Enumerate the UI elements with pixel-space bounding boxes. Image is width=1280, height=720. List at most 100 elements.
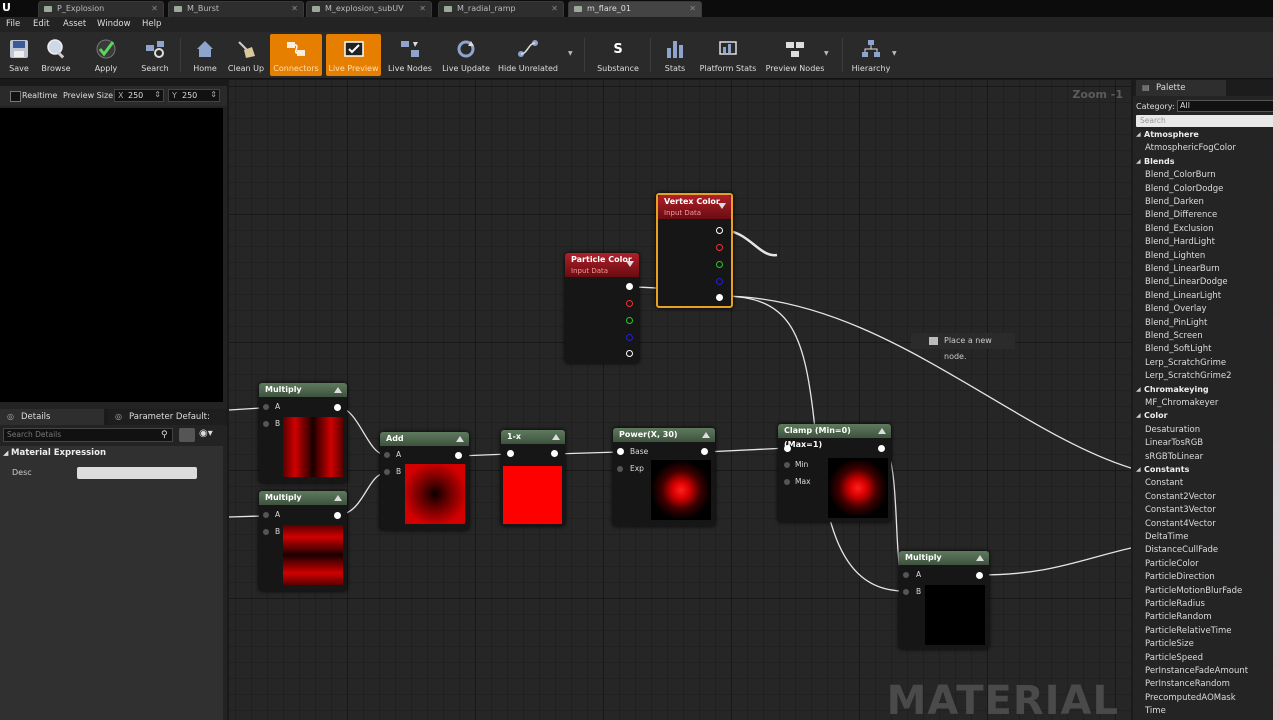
palette-item[interactable]: Lerp_ScratchGrime <box>1145 358 1226 368</box>
palette-item[interactable]: Constant <box>1145 478 1183 488</box>
save-button[interactable]: Save <box>2 34 36 76</box>
palette-item[interactable]: PrecomputedAOMask <box>1145 693 1236 703</box>
collapse-icon[interactable]: ◢ <box>3 449 8 457</box>
tab-m-explosion-subuv[interactable]: M_explosion_subUV ✕ <box>306 1 432 17</box>
palette-item[interactable]: PerInstanceRandom <box>1145 679 1230 689</box>
palette-item[interactable]: Blend_Lighten <box>1145 251 1205 261</box>
tab-m-burst[interactable]: M_Burst ✕ <box>168 1 304 17</box>
view-options-icon[interactable] <box>179 428 195 442</box>
collapse-arrow-icon[interactable] <box>718 203 726 209</box>
tab-m-radial-ramp[interactable]: M_radial_ramp ✕ <box>438 1 564 17</box>
platform-stats-button[interactable]: Platform Stats <box>698 34 758 76</box>
palette-item[interactable]: Constant3Vector <box>1145 505 1216 515</box>
menu-asset[interactable]: Asset <box>63 19 86 29</box>
palette-item[interactable]: Blend_LinearLight <box>1145 291 1221 301</box>
node-add[interactable]: Add A B <box>380 432 469 530</box>
output-pin-g[interactable] <box>716 261 723 268</box>
realtime-checkbox[interactable] <box>10 91 21 102</box>
palette-item[interactable]: ParticleDirection <box>1145 572 1215 582</box>
palette-item[interactable]: ParticleMotionBlurFade <box>1145 586 1242 596</box>
input-pin-b[interactable] <box>384 469 390 475</box>
spinner-icon[interactable]: ⇕ <box>154 90 161 99</box>
palette-item[interactable]: Blend_LinearDodge <box>1145 277 1228 287</box>
output-pin-r[interactable] <box>626 300 633 307</box>
output-pin[interactable] <box>976 572 983 579</box>
preview-size-x-field[interactable]: X 250 ⇕ <box>114 89 164 102</box>
output-pin[interactable] <box>334 404 341 411</box>
collapse-arrow-icon[interactable] <box>626 261 634 267</box>
palette-item[interactable]: Constant4Vector <box>1145 519 1216 529</box>
collapse-arrow-icon[interactable] <box>878 428 886 434</box>
browse-button[interactable]: Browse <box>38 34 74 76</box>
collapse-icon[interactable]: ◢ <box>1136 131 1141 138</box>
input-pin-a[interactable] <box>903 572 909 578</box>
palette-item[interactable]: Constant2Vector <box>1145 492 1216 502</box>
clean-up-button[interactable]: Clean Up <box>226 34 266 76</box>
material-graph-canvas[interactable]: Zoom -1 MATERIAL Vertex Color Input Data <box>229 80 1131 720</box>
node-one-minus[interactable]: 1-x <box>501 430 565 526</box>
input-pin-b[interactable] <box>263 421 269 427</box>
palette-item[interactable]: ParticleRandom <box>1145 612 1212 622</box>
node-vertex-color[interactable]: Vertex Color Input Data <box>656 193 733 308</box>
collapse-arrow-icon[interactable] <box>702 432 710 438</box>
input-pin-b[interactable] <box>903 589 909 595</box>
live-update-button[interactable]: Live Update <box>440 34 492 76</box>
chevron-down-icon[interactable]: ▼ <box>568 50 573 57</box>
collapse-arrow-icon[interactable] <box>334 387 342 393</box>
hide-unrelated-button[interactable]: Hide Unrelated <box>496 34 560 76</box>
spinner-icon[interactable]: ⇕ <box>210 90 217 99</box>
live-nodes-button[interactable]: Live Nodes <box>386 34 434 76</box>
tab-m-flare-01[interactable]: m_flare_01 ✕ <box>568 1 702 17</box>
palette-item[interactable]: ParticleRelativeTime <box>1145 626 1232 636</box>
close-icon[interactable]: ✕ <box>419 2 426 16</box>
palette-item[interactable]: Blend_Exclusion <box>1145 224 1214 234</box>
palette-item[interactable]: DeltaTime <box>1145 532 1188 542</box>
output-pin-rgb[interactable] <box>716 227 723 234</box>
tab-details[interactable]: ◎ Details <box>0 409 104 425</box>
node-multiply-1[interactable]: Multiply A B <box>259 383 347 483</box>
input-pin-a[interactable] <box>384 452 390 458</box>
search-icon[interactable]: ⚲ <box>161 430 168 440</box>
palette-item[interactable]: ParticleSize <box>1145 639 1194 649</box>
output-pin-b[interactable] <box>716 278 723 285</box>
palette-item[interactable]: Blend_Difference <box>1145 210 1217 220</box>
palette-item[interactable]: Blend_Screen <box>1145 331 1203 341</box>
chevron-down-icon[interactable]: ▼ <box>892 50 897 57</box>
input-pin-b[interactable] <box>263 529 269 535</box>
palette-item[interactable]: DistanceCullFade <box>1145 545 1218 555</box>
chevron-down-icon[interactable]: ▼ <box>824 50 829 57</box>
close-icon[interactable]: ✕ <box>689 2 696 16</box>
tab-p-explosion[interactable]: P_Explosion ✕ <box>38 1 164 17</box>
palette-item[interactable]: Blend_ColorDodge <box>1145 184 1223 194</box>
palette-item[interactable]: AtmosphericFogColor <box>1145 143 1236 153</box>
collapse-arrow-icon[interactable] <box>334 495 342 501</box>
category-dropdown[interactable]: All <box>1177 100 1277 112</box>
apply-button[interactable]: Apply <box>88 34 124 76</box>
palette-item[interactable]: Blend_HardLight <box>1145 237 1215 247</box>
tab-palette[interactable]: ▤ Palette <box>1136 80 1226 96</box>
collapse-icon[interactable]: ◢ <box>1136 386 1141 393</box>
input-pin-min[interactable] <box>784 462 790 468</box>
output-pin-g[interactable] <box>626 317 633 324</box>
output-pin-rgb[interactable] <box>626 283 633 290</box>
menu-file[interactable]: File <box>6 19 20 29</box>
palette-item[interactable]: Time <box>1145 706 1166 716</box>
palette-item[interactable]: PerInstanceFadeAmount <box>1145 666 1248 676</box>
preview-nodes-button[interactable]: Preview Nodes <box>764 34 826 76</box>
collapse-icon[interactable]: ◢ <box>1136 466 1141 473</box>
palette-item[interactable]: Blend_Overlay <box>1145 304 1207 314</box>
home-button[interactable]: Home <box>188 34 222 76</box>
material-preview-viewport[interactable] <box>0 108 223 402</box>
input-pin[interactable] <box>784 445 791 452</box>
palette-item[interactable]: LinearTosRGB <box>1145 438 1203 448</box>
palette-category[interactable]: Atmosphere <box>1144 130 1199 139</box>
palette-item[interactable]: Blend_LinearBurn <box>1145 264 1220 274</box>
input-pin-a[interactable] <box>263 512 269 518</box>
palette-item[interactable]: Blend_SoftLight <box>1145 344 1211 354</box>
palette-item[interactable]: Blend_Darken <box>1145 197 1204 207</box>
palette-item[interactable]: Blend_PinLight <box>1145 318 1207 328</box>
input-pin-a[interactable] <box>263 404 269 410</box>
palette-category[interactable]: Blends <box>1144 157 1174 166</box>
menu-edit[interactable]: Edit <box>33 19 49 29</box>
output-pin[interactable] <box>455 452 462 459</box>
